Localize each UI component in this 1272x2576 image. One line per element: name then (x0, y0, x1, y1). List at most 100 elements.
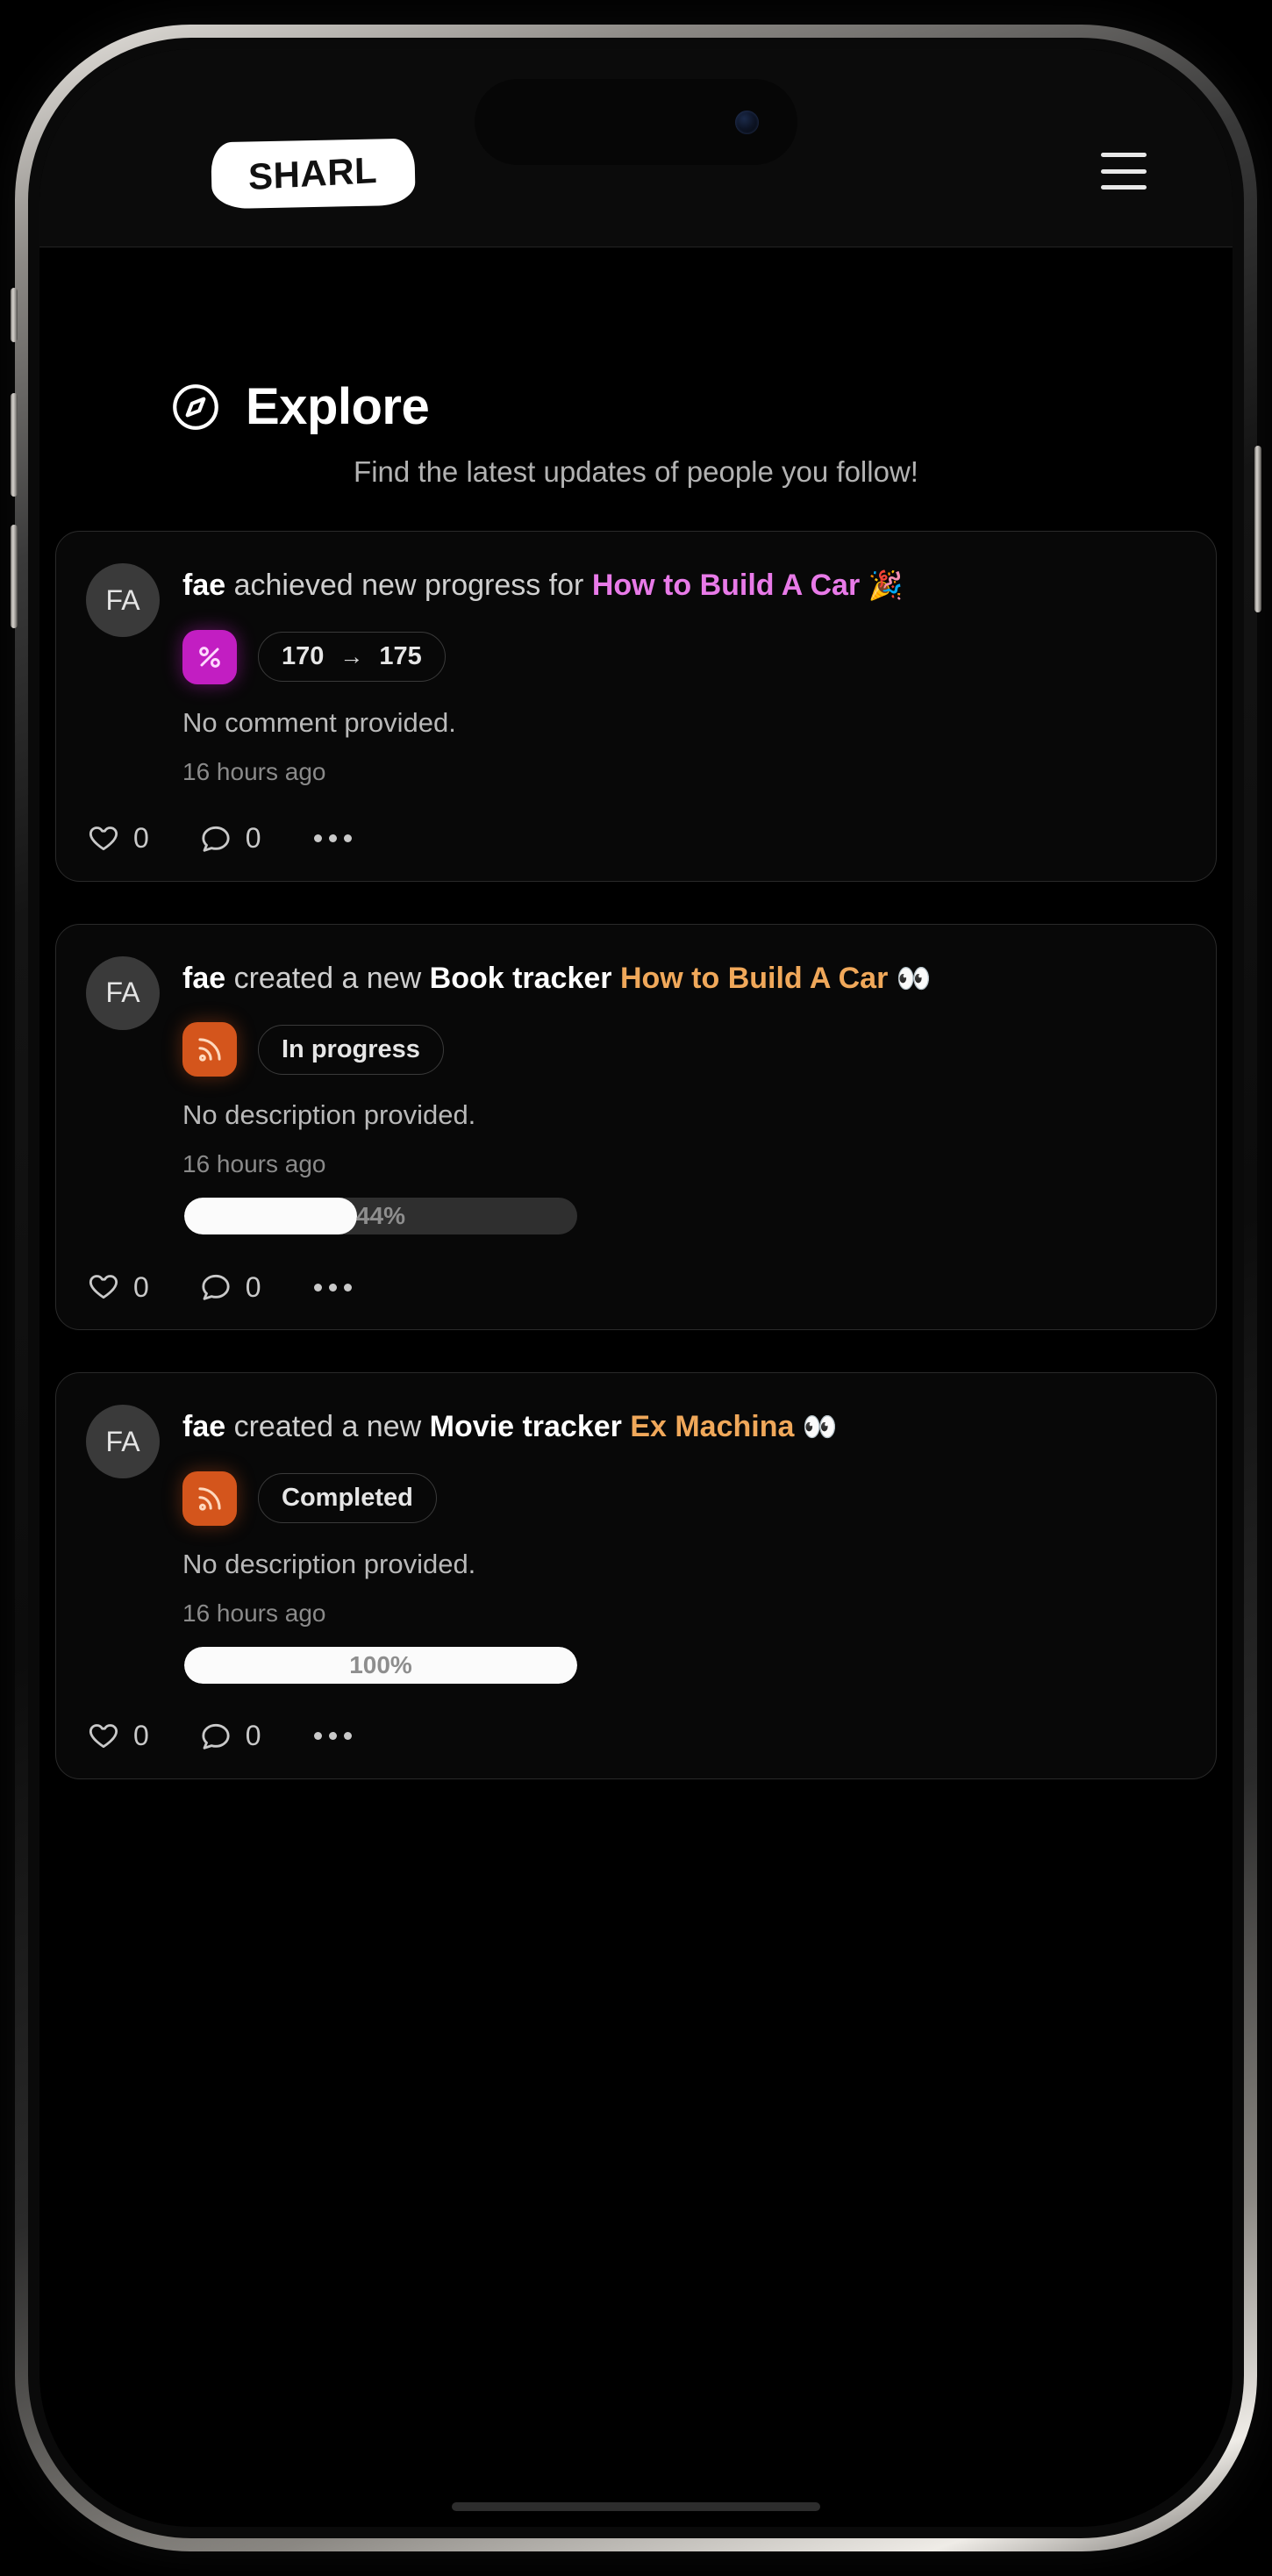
hamburger-line (1101, 153, 1147, 157)
activity-description: No description provided. (182, 1548, 476, 1579)
activity-action: created a new (233, 961, 422, 995)
card-meta-row: In progress (182, 1022, 1186, 1077)
avatar[interactable]: FA (86, 955, 160, 1030)
comment-icon (202, 826, 230, 852)
ellipsis-dot (313, 1283, 322, 1292)
like-button[interactable]: 0 (86, 1270, 149, 1305)
activity-user[interactable]: fae (182, 569, 225, 602)
activity-kind: Movie tracker (429, 1410, 622, 1444)
volume-up-button[interactable] (11, 393, 18, 497)
heart-icon (89, 1275, 118, 1299)
more-options-button[interactable] (311, 1275, 355, 1300)
activity-user[interactable]: fae (182, 962, 225, 995)
dynamic-island (475, 79, 797, 165)
activity-card[interactable]: FA fae achieved new progress for How to … (55, 531, 1217, 882)
power-button[interactable] (1254, 446, 1261, 612)
progress-bar: 100% (184, 1646, 577, 1684)
app-logo[interactable]: SHARL (211, 138, 416, 210)
hamburger-menu-icon[interactable] (1101, 153, 1147, 190)
rss-icon (198, 1486, 221, 1511)
activity-card[interactable]: FA fae created a new Movie tracker Ex Ma… (55, 1372, 1217, 1779)
activity-emoji: 🎉 (868, 569, 904, 601)
activity-headline: fae created a new Movie tracker Ex Machi… (182, 1408, 1186, 1447)
ellipsis-dot (343, 834, 352, 843)
comment-icon (202, 1274, 230, 1300)
ellipsis-dot (313, 834, 322, 843)
progress-to: 175 (379, 642, 422, 671)
comment-count: 0 (245, 1270, 261, 1303)
activity-card[interactable]: FA fae created a new Book tracker How to… (55, 923, 1217, 1331)
activity-timestamp: 16 hours ago (182, 757, 326, 785)
progress-bar-label: 100% (349, 1650, 412, 1678)
comment-icon (202, 1723, 230, 1750)
progress-bar-wrap: 100% (182, 1646, 1186, 1684)
comment-count: 0 (245, 822, 261, 855)
activity-action: achieved new progress for (233, 569, 584, 602)
card-body: fae created a new Movie tracker Ex Machi… (182, 1405, 1186, 1684)
volume-down-button[interactable] (11, 525, 18, 628)
activity-description: No comment provided. (182, 706, 456, 738)
card-body: fae achieved new progress for How to Bui… (182, 563, 1186, 786)
card-top: FA fae created a new Movie tracker Ex Ma… (86, 1405, 1186, 1684)
activity-headline: fae created a new Book tracker How to Bu… (182, 960, 1186, 998)
page-content: Explore Find the latest updates of peopl… (39, 247, 1233, 2527)
card-meta-row: 170 → 175 (182, 629, 1186, 684)
card-actions: 0 0 (86, 1264, 1186, 1305)
card-actions: 0 0 (86, 816, 1186, 856)
compass-icon (173, 383, 218, 430)
percent-icon (199, 646, 220, 668)
like-button[interactable]: 0 (86, 1719, 149, 1754)
heart-icon (89, 826, 118, 850)
heart-icon (89, 1723, 118, 1748)
activity-kind: Book tracker (429, 961, 612, 995)
silent-switch[interactable] (11, 288, 18, 342)
activity-description: No description provided. (182, 1099, 476, 1131)
activity-feed-list: FA fae achieved new progress for How to … (55, 531, 1217, 1779)
like-button[interactable]: 0 (86, 821, 149, 856)
hamburger-line (1101, 185, 1147, 190)
activity-target-link[interactable]: How to Build A Car (620, 962, 888, 995)
app-logo-text: SHARL (247, 148, 378, 198)
avatar[interactable]: FA (86, 563, 160, 637)
ellipsis-dot (343, 1732, 352, 1741)
like-count: 0 (133, 1720, 149, 1752)
activity-timestamp: 16 hours ago (182, 1599, 326, 1627)
like-count: 0 (133, 822, 149, 855)
arrow-right-icon: → (339, 643, 364, 670)
card-top: FA fae created a new Book tracker How to… (86, 955, 1186, 1235)
comment-button[interactable]: 0 (198, 821, 261, 856)
card-body: fae created a new Book tracker How to Bu… (182, 956, 1186, 1235)
phone-device-frame: SHARL Explore Find the latest updates of… (11, 25, 1261, 2551)
progress-bar: 44% (184, 1198, 577, 1235)
activity-user[interactable]: fae (182, 1410, 225, 1443)
card-top: FA fae achieved new progress for How to … (86, 563, 1186, 786)
activity-target-link[interactable]: How to Build A Car (592, 569, 860, 602)
activity-target-link[interactable]: Ex Machina (630, 1410, 794, 1443)
phone-screen: SHARL Explore Find the latest updates of… (39, 49, 1233, 2527)
ellipsis-dot (343, 1283, 352, 1292)
page-header: Explore Find the latest updates of peopl… (55, 247, 1217, 489)
avatar[interactable]: FA (86, 1405, 160, 1479)
activity-emoji: 👀 (896, 962, 932, 994)
comment-button[interactable]: 0 (198, 1719, 261, 1754)
ellipsis-dot (328, 1732, 337, 1741)
status-label: In progress (282, 1034, 420, 1063)
page-subtitle: Find the latest updates of people you fo… (354, 455, 918, 488)
card-actions: 0 0 (86, 1714, 1186, 1754)
status-badge: In progress (258, 1024, 444, 1075)
more-options-button[interactable] (311, 1723, 355, 1749)
home-indicator (452, 2502, 820, 2511)
progress-bar-wrap: 44% (182, 1198, 1186, 1235)
progress-range-pill: 170 → 175 (258, 632, 446, 683)
hamburger-line (1101, 168, 1147, 174)
card-meta-row: Completed (182, 1470, 1186, 1526)
progress-bar-label: 44% (355, 1202, 406, 1230)
status-label: Completed (282, 1484, 413, 1513)
activity-timestamp: 16 hours ago (182, 1150, 326, 1178)
activity-action: created a new (233, 1410, 422, 1444)
activity-emoji: 👀 (802, 1411, 838, 1443)
comment-button[interactable]: 0 (198, 1270, 261, 1305)
rss-icon (198, 1038, 221, 1062)
front-camera-icon (735, 110, 759, 134)
more-options-button[interactable] (311, 826, 355, 851)
